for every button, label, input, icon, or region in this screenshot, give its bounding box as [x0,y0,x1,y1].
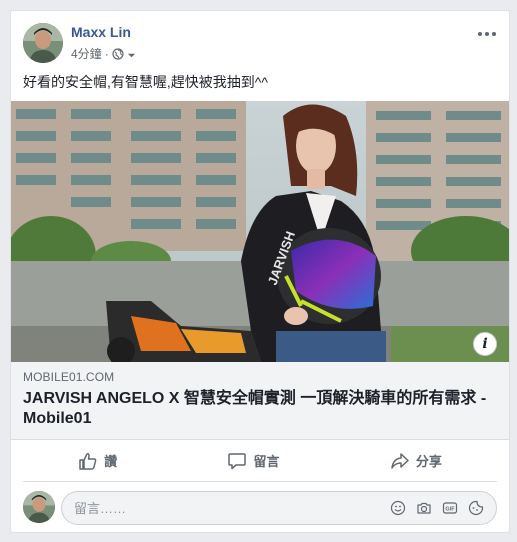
globe-icon[interactable] [112,47,124,60]
author-name[interactable]: Maxx Lin [71,24,131,40]
share-arrow-icon [391,452,409,469]
sticker-icon[interactable] [468,500,484,516]
author-avatar[interactable] [23,23,63,63]
more-options-icon[interactable] [477,29,497,39]
camera-icon[interactable] [416,500,432,516]
link-image[interactable]: JARVISH i [11,101,509,362]
link-title[interactable]: JARVISH ANGELO X 智慧安全帽實測 一頂解決騎車的所有需求 - M… [23,389,499,429]
link-preview[interactable]: MOBILE01.COM JARVISH ANGELO X 智慧安全帽實測 一頂… [11,362,509,440]
share-button[interactable]: 分享 [372,445,460,477]
like-label: 讚 [104,454,118,469]
post-timestamp[interactable]: 4分鐘 [71,45,102,62]
post-meta: 4分鐘 · [71,45,136,62]
speech-bubble-icon [228,452,247,469]
action-bar: 讚 留言 分享 [23,440,497,482]
comment-composer: GIF [23,489,497,525]
comment-box: GIF [61,491,497,525]
chevron-down-icon[interactable] [127,49,136,58]
link-domain: MOBILE01.COM [23,370,115,384]
like-button[interactable]: 讚 [60,445,135,477]
share-label: 分享 [415,454,442,469]
post-card: Maxx Lin 4分鐘 · 好看的安全帽,有智慧喔,趕快被我抽到^^ JARV… [10,10,510,533]
svg-text:GIF: GIF [445,507,455,513]
post-header: Maxx Lin 4分鐘 · [23,23,497,63]
comment-button[interactable]: 留言 [209,445,297,477]
thumbs-up-icon [79,452,97,470]
info-icon[interactable]: i [473,332,497,356]
comment-input[interactable] [74,492,390,524]
post-text: 好看的安全帽,有智慧喔,趕快被我抽到^^ [23,74,268,90]
gif-icon[interactable]: GIF [442,500,458,516]
viewer-avatar[interactable] [23,491,55,523]
comment-tools: GIF [390,500,496,516]
comment-label: 留言 [253,454,280,469]
smiley-icon[interactable] [390,500,406,516]
meta-separator: · [104,46,109,61]
